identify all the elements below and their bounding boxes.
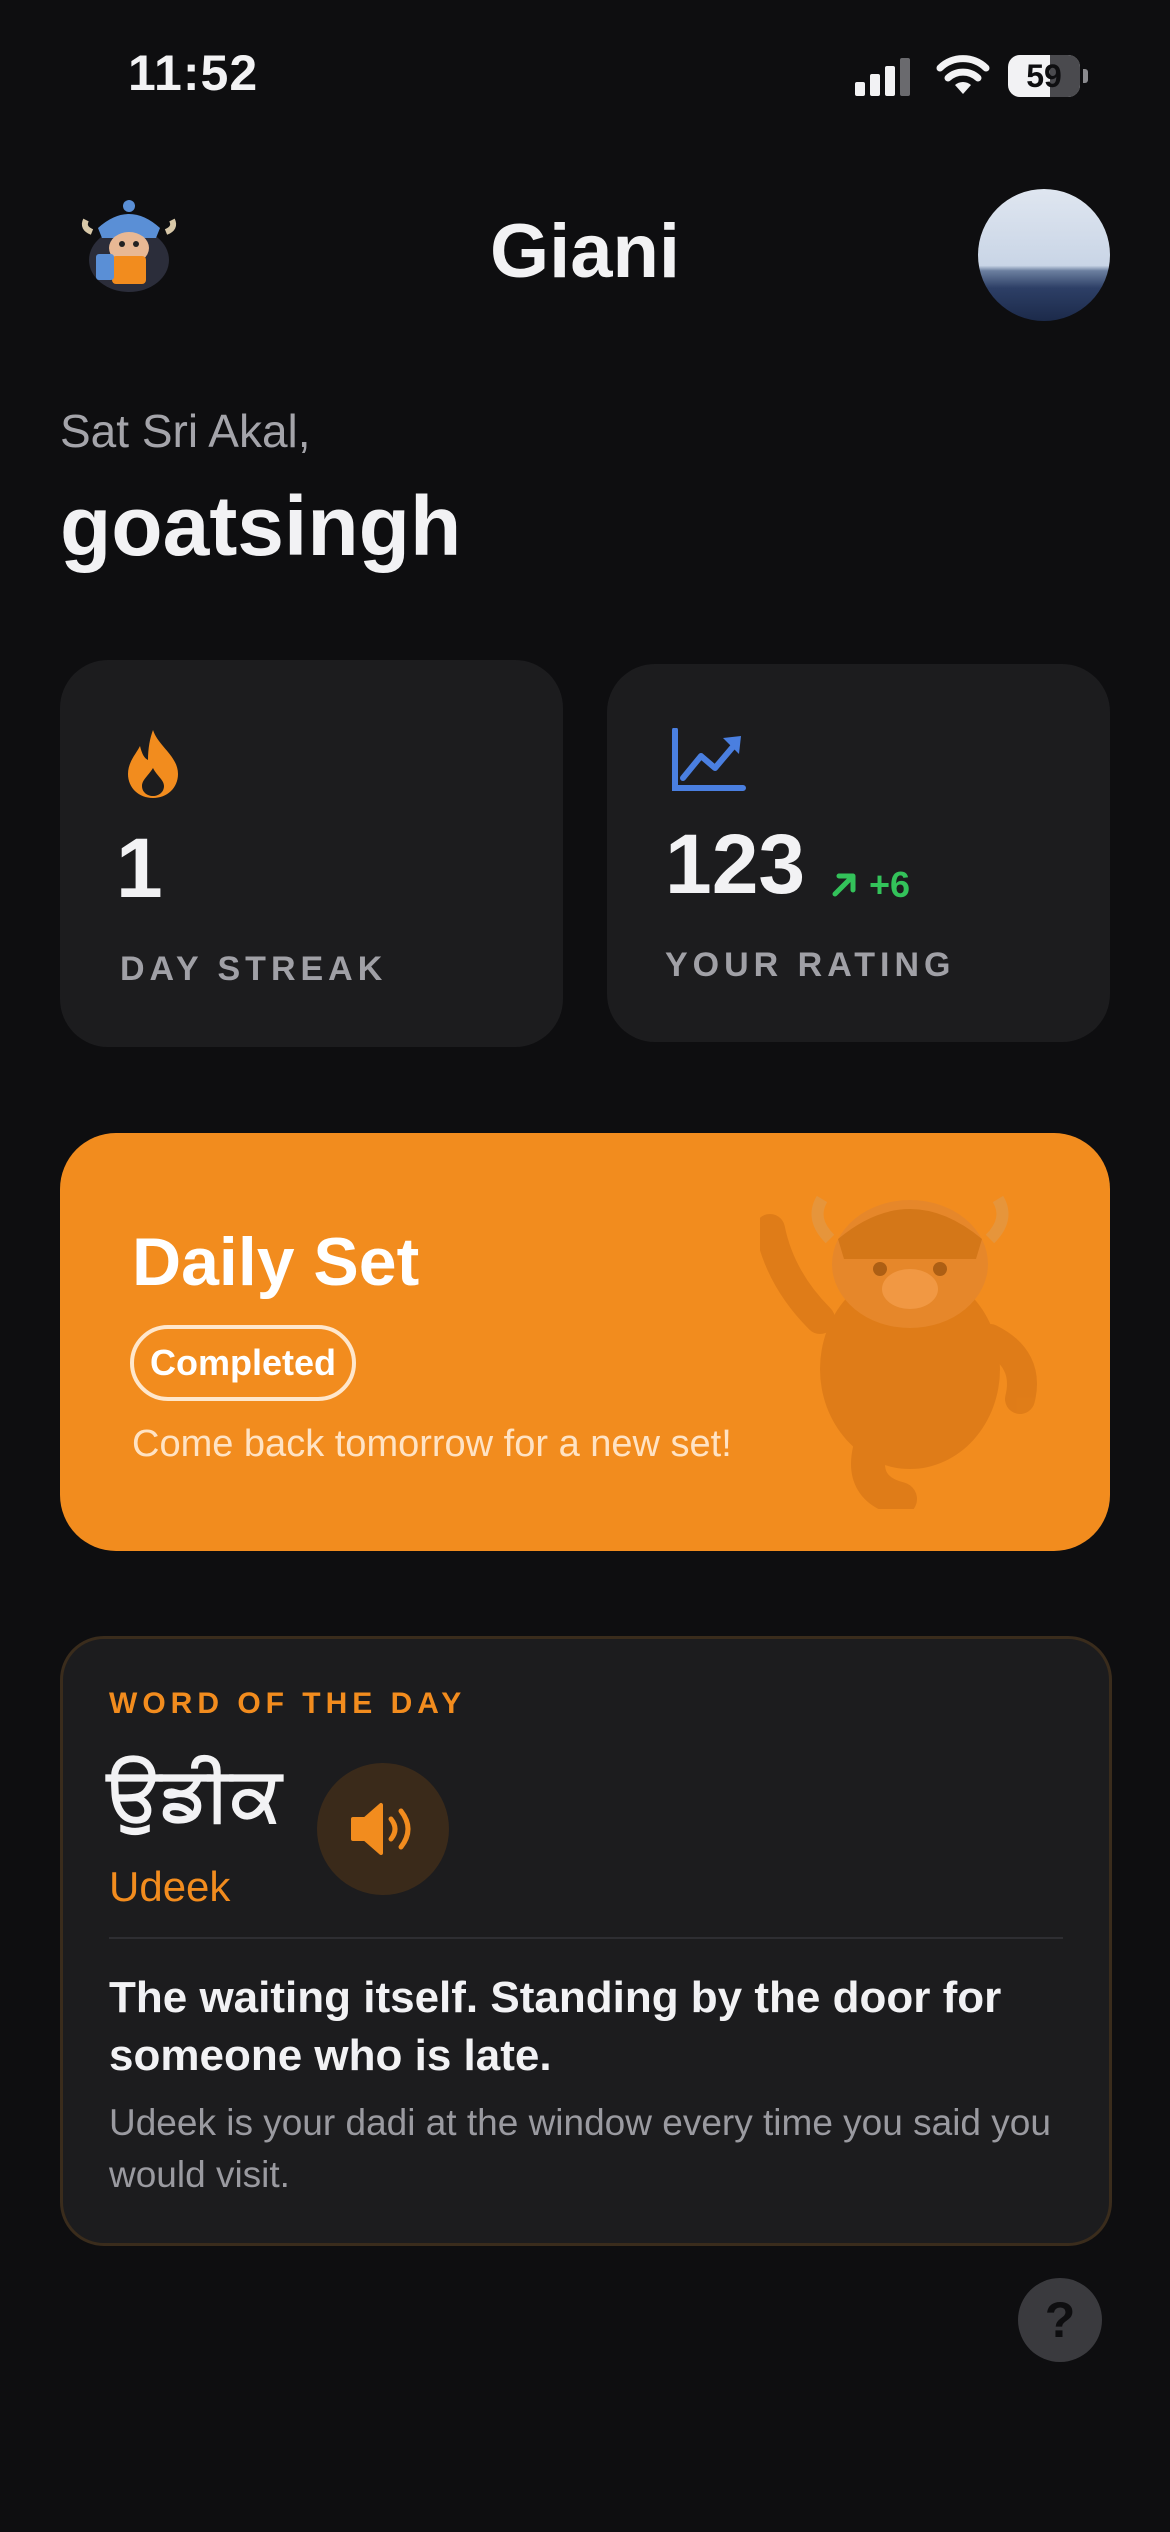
daily-set-subtitle: Come back tomorrow for a new set! — [132, 1423, 732, 1465]
streak-value: 1 — [116, 821, 163, 915]
streak-card[interactable]: 1 DAY STREAK — [60, 660, 563, 1047]
flame-icon — [128, 730, 178, 798]
rating-label: YOUR RATING — [665, 946, 956, 984]
help-button[interactable]: ? — [1018, 2278, 1102, 2362]
daily-set-status-badge: Completed — [130, 1325, 356, 1401]
rating-value: 123 — [665, 817, 806, 911]
battery-icon: 59 — [1008, 55, 1088, 97]
battery-level: 59 — [1026, 58, 1062, 94]
trend-chart-icon — [672, 728, 746, 791]
speaker-icon — [351, 1803, 411, 1855]
daily-set-card[interactable]: Daily Set Completed Come back tomorrow f… — [60, 1133, 1110, 1551]
profile-avatar[interactable] — [978, 189, 1110, 321]
word-gurmukhi: ਉਡੀਕ — [107, 1751, 282, 1837]
word-transliteration: Udeek — [109, 1863, 231, 1910]
play-pronunciation-button[interactable] — [317, 1763, 449, 1895]
cellular-signal-icon — [855, 56, 915, 96]
word-of-the-day-label: WORD OF THE DAY — [109, 1687, 467, 1720]
wifi-icon — [936, 55, 990, 94]
word-example: Udeek is your dadi at the window every t… — [109, 2102, 1051, 2195]
greeting-salutation: Sat Sri Akal, — [60, 405, 311, 457]
divider — [109, 1937, 1063, 1939]
status-time: 11:52 — [128, 45, 259, 101]
username: goatsingh — [60, 479, 462, 573]
word-meaning: The waiting itself. Standing by the door… — [109, 1973, 1002, 2080]
rating-card[interactable]: 123 +6 YOUR RATING — [607, 664, 1110, 1042]
mascot-jumping-illustration — [760, 1195, 1037, 1509]
word-of-the-day-card[interactable]: WORD OF THE DAY ਉਡੀਕ Udeek The waiting i… — [60, 1636, 1112, 2246]
rating-delta: +6 — [869, 864, 911, 905]
daily-set-title: Daily Set — [132, 1224, 420, 1300]
streak-label: DAY STREAK — [120, 950, 388, 988]
arrow-up-right-icon — [832, 873, 856, 897]
